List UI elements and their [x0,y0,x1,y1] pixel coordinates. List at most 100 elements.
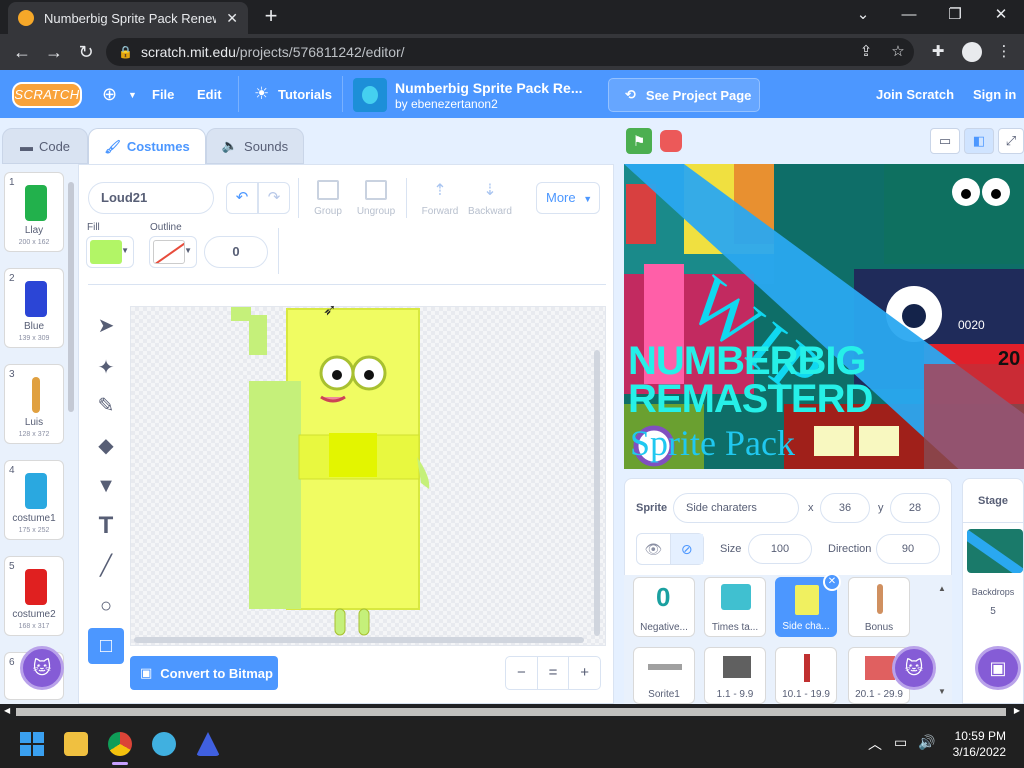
globe-language-icon[interactable]: ⊕ [102,84,117,105]
sprite-tile-selected[interactable]: Side cha... ✕ [775,573,841,637]
scroll-up-icon[interactable]: ▲ [937,584,947,593]
file-explorer-icon[interactable] [64,732,88,756]
costume-tile[interactable]: 1 Llay 200 x 162 [4,172,64,252]
tab-costumes[interactable]: 🖌 Costumes [88,128,206,164]
network-icon[interactable]: ▭ [894,734,907,751]
windows-start-icon[interactable] [20,732,44,756]
sign-in-link[interactable]: Sign in [973,87,1016,102]
size-input[interactable]: 100 [748,534,812,564]
sprite-tile[interactable]: Sorite1 [633,647,695,704]
sprite-tile[interactable]: 10.1 - 19.9 [775,647,837,704]
fill-tool-icon[interactable]: ▼ [88,468,124,504]
paint-app-icon[interactable] [152,732,176,756]
group-button[interactable]: Group [306,180,350,217]
eraser-tool-icon[interactable]: ◆ [88,428,124,464]
line-tool-icon[interactable]: ╱ [88,548,124,584]
tab-sounds[interactable]: 🔈 Sounds [206,128,304,164]
stop-icon[interactable] [660,130,682,152]
normal-stage-icon[interactable]: ◧ [964,128,994,154]
text-tool-icon[interactable]: T [88,508,124,544]
file-menu[interactable]: File [152,87,174,102]
sprite-name-input[interactable]: Side charaters [673,493,799,523]
convert-to-bitmap-button[interactable]: ▣ Convert to Bitmap [130,656,278,690]
select-tool-icon[interactable]: ➤ [88,308,124,344]
backward-button[interactable]: ⇣ Backward [468,180,512,217]
tab-code[interactable]: ▬ Code [2,128,88,164]
circle-tool-icon[interactable]: ○ [88,588,124,624]
clock-date[interactable]: 3/16/2022 [950,745,1006,759]
choose-costume-button[interactable]: 🐱 [20,646,64,690]
costume-tile[interactable]: 3 Luis 128 x 372 [4,364,64,444]
costume-list-scrollbar[interactable] [66,172,76,672]
scroll-left-icon[interactable]: ◀ [4,706,10,715]
costume-tile[interactable]: 2 Blue 139 x 309 [4,268,64,348]
direction-input[interactable]: 90 [876,534,940,564]
show-eye-icon[interactable]: 👁 [637,534,671,564]
share-icon[interactable]: ⇪ [856,42,876,62]
redo-icon[interactable]: ↷ [258,182,290,214]
fullscreen-icon[interactable]: ⤢ [998,128,1024,154]
delete-sprite-icon[interactable]: ✕ [823,573,841,591]
tray-chevron-icon[interactable]: ︿ [868,734,882,754]
browser-menu-icon[interactable]: ⋮ [994,42,1014,62]
hide-eye-icon[interactable]: ⊘ [670,534,703,564]
outline-width-input[interactable]: 0 [204,236,268,268]
costume-name-input[interactable]: Loud21 [88,182,214,214]
tutorials-menu[interactable]: Tutorials [278,87,332,102]
chrome-icon[interactable] [108,732,132,756]
edit-menu[interactable]: Edit [197,87,222,102]
volume-icon[interactable]: 🔊 [918,734,935,751]
rectangle-tool-icon[interactable]: □ [88,628,124,664]
costume-tile[interactable]: 5 costume2 168 x 317 [4,556,64,636]
x-input[interactable]: 36 [820,493,870,523]
fill-color-picker[interactable]: ▼ [86,236,134,268]
brush-tool-icon[interactable]: ✎ [88,388,124,424]
small-stage-icon[interactable]: ▭ [930,128,960,154]
tab-search-icon[interactable]: ⌄ [840,0,886,30]
more-dropdown[interactable]: More ▼ [536,182,600,214]
zoom-out-icon[interactable]: − [506,657,538,689]
scratch-logo[interactable]: SCRATCH [12,82,82,108]
forward-icon[interactable]: → [42,40,66,64]
y-input[interactable]: 28 [890,493,940,523]
zoom-reset-icon[interactable]: = [538,657,570,689]
choose-sprite-button[interactable]: 🐱 [892,646,936,690]
scroll-right-icon[interactable]: ▶ [1014,706,1020,715]
undo-icon[interactable]: ↶ [226,182,258,214]
choose-backdrop-button[interactable]: ▣ [975,646,1021,690]
stage-canvas[interactable]: WIP NUMBERBIG REMASTERD Sprite Pack 0020… [624,164,1024,469]
bookmark-star-icon[interactable]: ☆ [888,42,908,62]
green-flag-icon[interactable]: ⚑ [626,128,652,154]
scroll-down-icon[interactable]: ▼ [937,687,947,696]
paint-canvas[interactable] [130,306,606,646]
sprite-tile[interactable]: Times ta... [704,577,766,637]
canvas-horizontal-scrollbar[interactable] [134,637,584,643]
ungroup-button[interactable]: Ungroup [354,180,398,217]
project-title[interactable]: Numberbig Sprite Pack Re... [395,80,583,96]
back-icon[interactable]: ← [10,40,34,64]
reshape-tool-icon[interactable]: ✦ [88,350,124,386]
page-horizontal-scrollbar[interactable]: ◀ ▶ [0,704,1024,720]
forward-button[interactable]: ⇡ Forward [418,180,462,217]
zoom-in-icon[interactable]: + [569,657,600,689]
reload-icon[interactable]: ↻ [74,40,98,64]
sprite-list-scrollbar[interactable]: ▲ ▼ [937,584,947,700]
outline-color-picker[interactable]: ▼ [149,236,197,268]
new-tab-button[interactable]: + [258,4,284,30]
clock-time[interactable]: 10:59 PM [950,729,1006,743]
window-close-icon[interactable]: ✕ [978,0,1024,30]
sprite-tile[interactable]: 1.1 - 9.9 [704,647,766,704]
address-bar[interactable]: 🔒 scratch.mit.edu/projects/576811242/edi… [106,38,914,66]
project-author[interactable]: by ebenezertanon2 [395,97,498,111]
canvas-vertical-scrollbar[interactable] [594,350,600,636]
sprite-tile[interactable]: Bonus [848,577,910,637]
sprite-tile[interactable]: 0 Negative... [633,577,695,637]
browser-tab[interactable]: Numberbig Sprite Pack Renewen ✕ [8,2,248,34]
profile-avatar-icon[interactable] [962,42,982,62]
join-scratch-link[interactable]: Join Scratch [876,87,954,102]
tab-close-icon[interactable]: ✕ [226,10,238,27]
extensions-icon[interactable]: ✚ [928,42,948,62]
minimize-icon[interactable]: — [886,0,932,30]
restore-icon[interactable]: ❐ [932,0,978,30]
costume-tile[interactable]: 4 costume1 175 x 252 [4,460,64,540]
